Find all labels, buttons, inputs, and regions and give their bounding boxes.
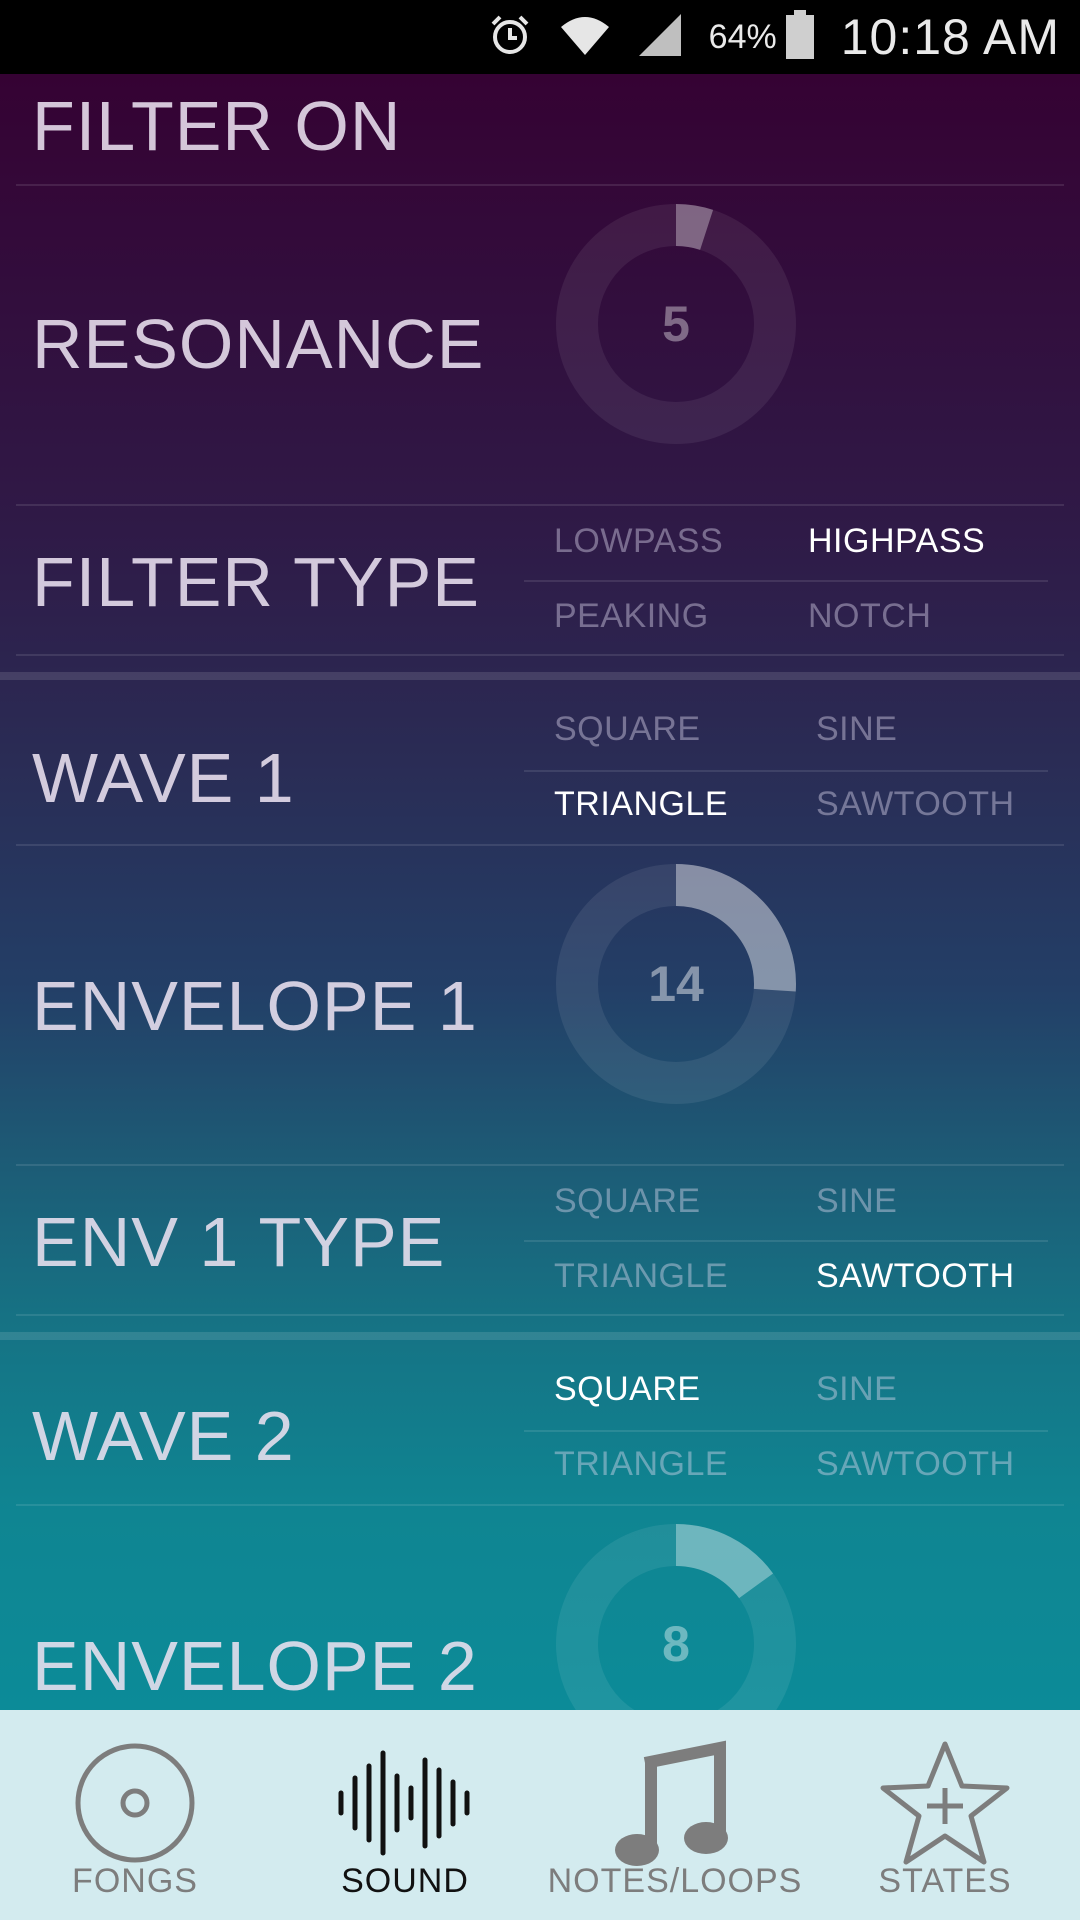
envelope1-knob[interactable]: 14 [554, 862, 798, 1106]
status-bar: 64% 10:18 AM [0, 0, 1080, 74]
wave1-option[interactable]: SINE [816, 710, 897, 749]
resonance-label: RESONANCE [32, 305, 485, 383]
wave2-option[interactable]: SAWTOOTH [816, 1445, 1015, 1484]
wifi-icon [559, 13, 611, 62]
option-divider [524, 770, 1048, 772]
resonance-knob[interactable]: 5 [554, 202, 798, 446]
nav-label-fongs: FONGS [72, 1862, 198, 1900]
filter-on-label: FILTER ON [32, 87, 402, 165]
envelope1-row: ENVELOPE 1 [16, 846, 1064, 1166]
battery-percent: 64% [708, 17, 777, 56]
env1-type-option[interactable]: SQUARE [554, 1182, 701, 1221]
filter-type-label: FILTER TYPE [32, 543, 480, 621]
signal-icon [637, 12, 683, 63]
envelope2-label: ENVELOPE 2 [32, 1627, 478, 1705]
nav-label-states: STATES [878, 1862, 1012, 1900]
nav-item-states[interactable]: STATES [810, 1710, 1080, 1920]
wave1-label: WAVE 1 [32, 739, 295, 817]
wave1-options: SQUARE SINE TRIANGLE SAWTOOTH [524, 696, 1048, 846]
filter-type-option[interactable]: HIGHPASS [808, 522, 985, 561]
envelope2-knob[interactable]: 8 [554, 1522, 798, 1710]
alarm-icon [487, 12, 533, 63]
nav-item-fongs[interactable]: FONGS [0, 1710, 270, 1920]
envelope1-label: ENVELOPE 1 [32, 967, 478, 1045]
wave1-option[interactable]: TRIANGLE [554, 785, 728, 824]
nav-label-notes-loops: NOTES/LOOPS [547, 1862, 803, 1900]
option-divider [524, 580, 1048, 582]
envelope1-value: 14 [648, 956, 704, 1012]
sound-settings-list[interactable]: FILTER ON RESONANCE 5 FILTER TYPE LOWPAS… [0, 74, 1080, 1710]
env1-type-option[interactable]: TRIANGLE [554, 1257, 728, 1296]
filter-type-option[interactable]: NOTCH [808, 597, 931, 636]
option-divider [524, 1240, 1048, 1242]
filter-type-option[interactable]: LOWPASS [554, 522, 723, 561]
resonance-value: 5 [662, 296, 690, 352]
filter-type-option[interactable]: PEAKING [554, 597, 709, 636]
nav-item-sound[interactable]: SOUND [270, 1710, 540, 1920]
envelope2-row: ENVELOPE 2 [16, 1506, 1064, 1710]
wave2-option[interactable]: SINE [816, 1370, 897, 1409]
battery-icon [785, 9, 815, 65]
clock: 10:18 AM [840, 9, 1060, 65]
disc-icon [0, 1728, 270, 1878]
wave2-label: WAVE 2 [32, 1397, 295, 1475]
nav-label-sound: SOUND [341, 1862, 469, 1900]
resonance-row: RESONANCE [16, 186, 1064, 506]
wave2-option[interactable]: TRIANGLE [554, 1445, 728, 1484]
music-note-icon [540, 1728, 810, 1878]
wave1-option[interactable]: SAWTOOTH [816, 785, 1015, 824]
nav-item-notes-loops[interactable]: NOTES/LOOPS [540, 1710, 810, 1920]
env1-type-option[interactable]: SAWTOOTH [816, 1257, 1015, 1296]
section-divider [0, 1332, 1080, 1340]
filter-on-row[interactable]: FILTER ON [16, 74, 1064, 186]
wave2-option[interactable]: SQUARE [554, 1370, 701, 1409]
waveform-icon [270, 1728, 540, 1878]
env1-type-options: SQUARE SINE TRIANGLE SAWTOOTH [524, 1166, 1048, 1316]
envelope2-value: 8 [662, 1616, 690, 1672]
option-divider [524, 1430, 1048, 1432]
env1-type-option[interactable]: SINE [816, 1182, 897, 1221]
filter-type-options: LOWPASS HIGHPASS PEAKING NOTCH [524, 506, 1048, 656]
wave2-options: SQUARE SINE TRIANGLE SAWTOOTH [524, 1356, 1048, 1506]
env1-type-label: ENV 1 TYPE [32, 1203, 446, 1281]
section-divider [0, 672, 1080, 680]
wave1-option[interactable]: SQUARE [554, 710, 701, 749]
star-plus-icon [810, 1728, 1080, 1878]
bottom-navigation: FONGS SOUND NOTES/LOOPS STATES [0, 1710, 1080, 1920]
